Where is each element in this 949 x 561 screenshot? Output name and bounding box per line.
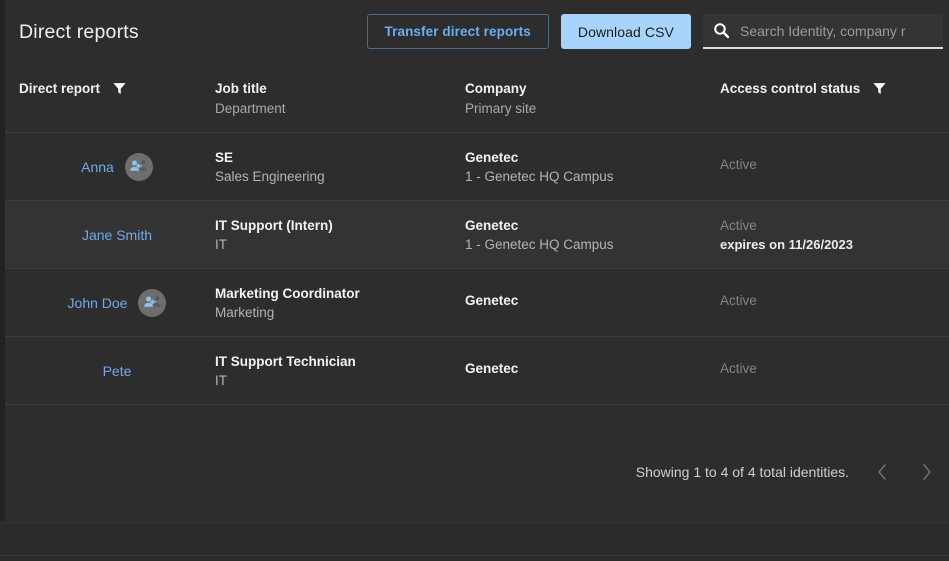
cell-company: Genetec 1 - Genetec HQ Campus: [465, 218, 720, 252]
job-title: SE: [215, 150, 465, 165]
cell-job-title: Marketing Coordinator Marketing: [215, 286, 465, 320]
cell-direct-report: John Doe: [5, 289, 215, 317]
company: Genetec: [465, 150, 720, 165]
job-title: Marketing Coordinator: [215, 286, 465, 301]
column-header-label: Company: [465, 81, 527, 96]
column-header-company: Company Primary site: [465, 81, 720, 116]
direct-reports-table: Direct report Job title Department: [5, 65, 949, 405]
search-box[interactable]: [703, 14, 943, 49]
column-header-sub: Department: [215, 101, 465, 116]
chevron-right-icon[interactable]: [915, 461, 937, 483]
column-header-job-title: Job title Department: [215, 81, 465, 116]
cell-direct-report: Jane Smith: [5, 227, 215, 243]
table-row[interactable]: Anna SE Sales Engineering: [5, 133, 949, 201]
cell-job-title: SE Sales Engineering: [215, 150, 465, 184]
transfer-direct-reports-button[interactable]: Transfer direct reports: [367, 14, 549, 49]
cell-access-control-status: Active: [720, 157, 949, 176]
cell-direct-report: Anna: [5, 153, 215, 181]
header-actions: Transfer direct reports Download CSV: [367, 14, 944, 49]
cell-access-control-status: Active expires on 11/26/2023: [720, 218, 949, 252]
table-row[interactable]: John Doe Marketing Coordinator Marketin: [5, 269, 949, 337]
avatar: [125, 153, 153, 181]
bottom-hairline: [0, 555, 949, 556]
cell-company: Genetec: [465, 293, 720, 312]
job-title: IT Support Technician: [215, 354, 465, 369]
page-title: Direct reports: [19, 21, 139, 44]
search-icon: [713, 22, 730, 39]
column-header-label: Direct report: [19, 81, 100, 96]
status-badge: Active: [720, 157, 949, 172]
direct-report-link[interactable]: Jane Smith: [82, 227, 152, 243]
table-row[interactable]: Jane Smith IT Support (Intern) IT Genete…: [5, 201, 949, 269]
cell-job-title: IT Support Technician IT: [215, 354, 465, 388]
cell-access-control-status: Active: [720, 293, 949, 312]
department: IT: [215, 237, 465, 252]
department: IT: [215, 373, 465, 388]
filter-icon[interactable]: [872, 81, 887, 96]
status-badge: Active: [720, 218, 949, 233]
company: Genetec: [465, 361, 720, 376]
download-csv-button[interactable]: Download CSV: [561, 14, 691, 49]
page-header: Direct reports Transfer direct reports D…: [5, 0, 949, 65]
primary-site: 1 - Genetec HQ Campus: [465, 169, 720, 184]
direct-report-link[interactable]: Pete: [103, 363, 132, 379]
company: Genetec: [465, 218, 720, 233]
direct-reports-page: Direct reports Transfer direct reports D…: [0, 0, 949, 561]
column-header-access-control-status: Access control status: [720, 81, 949, 101]
search-input[interactable]: [740, 23, 943, 39]
column-header-sub: Primary site: [465, 101, 720, 116]
direct-report-link[interactable]: Anna: [81, 159, 114, 175]
avatar: [138, 289, 166, 317]
table-footer: Showing 1 to 4 of 4 total identities.: [5, 422, 949, 522]
status-badge: Active: [720, 293, 949, 308]
pagination: [871, 461, 937, 483]
job-title: IT Support (Intern): [215, 218, 465, 233]
direct-reports-card: Direct reports Transfer direct reports D…: [5, 0, 949, 522]
cell-company: Genetec: [465, 361, 720, 380]
table-row[interactable]: Pete IT Support Technician IT Genetec Ac…: [5, 337, 949, 405]
cell-job-title: IT Support (Intern) IT: [215, 218, 465, 252]
department: Marketing: [215, 305, 465, 320]
department: Sales Engineering: [215, 169, 465, 184]
column-header-direct-report: Direct report: [5, 81, 215, 101]
chevron-left-icon[interactable]: [871, 461, 893, 483]
status-expiry: expires on 11/26/2023: [720, 237, 949, 252]
primary-site: 1 - Genetec HQ Campus: [465, 237, 720, 252]
cell-company: Genetec 1 - Genetec HQ Campus: [465, 150, 720, 184]
cell-direct-report: Pete: [5, 363, 215, 379]
showing-count: Showing 1 to 4 of 4 total identities.: [636, 464, 849, 480]
filter-icon[interactable]: [112, 81, 127, 96]
status-badge: Active: [720, 361, 949, 376]
column-header-label: Access control status: [720, 81, 860, 96]
table-header-row: Direct report Job title Department: [5, 65, 949, 133]
direct-report-link[interactable]: John Doe: [68, 295, 128, 311]
cell-access-control-status: Active: [720, 361, 949, 380]
company: Genetec: [465, 293, 720, 308]
column-header-label: Job title: [215, 81, 267, 96]
